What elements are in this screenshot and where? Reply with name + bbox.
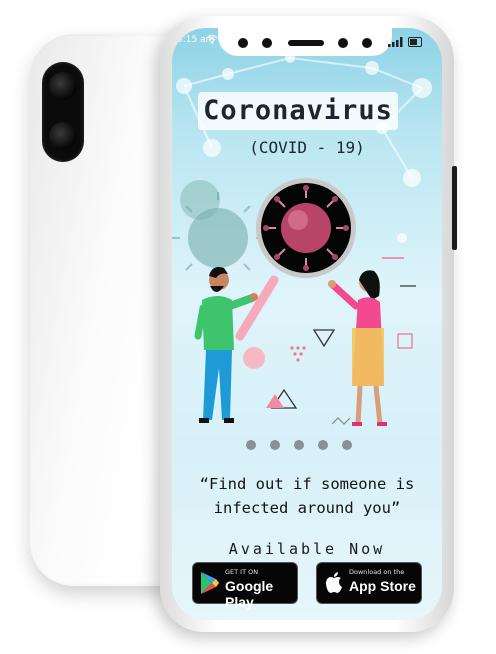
carousel-dot[interactable]	[270, 440, 280, 450]
camera-module	[42, 62, 84, 162]
front-camera-icon	[362, 38, 372, 48]
battery-icon	[408, 37, 422, 47]
title-banner: Coronavirus	[198, 92, 398, 130]
carousel-indicator[interactable]	[246, 440, 356, 452]
tagline-quote: “Find out if someone is infected around …	[199, 475, 415, 517]
app-subtitle: (COVID - 19)	[249, 138, 365, 157]
google-play-label: Google Play	[225, 578, 274, 610]
apple-icon	[326, 572, 342, 593]
app-store-small-label: Download on the	[349, 568, 405, 576]
camera-lens-icon	[49, 122, 77, 150]
sensor-dot	[338, 38, 348, 48]
earpiece-speaker	[288, 40, 324, 46]
signal-icon	[388, 37, 403, 47]
woman-figure	[328, 270, 387, 426]
app-store-button[interactable]: Download on the App Store	[316, 562, 422, 604]
wifi-icon	[206, 34, 218, 44]
phone-screen: 5:15 am Coronavirus (COVID - 19) “Find o…	[172, 28, 442, 620]
man-figure	[194, 267, 258, 423]
carousel-dot[interactable]	[318, 440, 328, 450]
google-play-small-label: GET IT ON	[225, 568, 259, 576]
carousel-dot[interactable]	[342, 440, 352, 450]
camera-lens-icon	[49, 72, 77, 100]
sensor-dot	[238, 38, 248, 48]
carousel-dot[interactable]	[294, 440, 304, 450]
availability-text: Available Now	[228, 540, 386, 558]
phone-notch	[218, 28, 392, 56]
google-play-button[interactable]: GET IT ON Google Play	[192, 562, 298, 610]
front-phone: 5:15 am Coronavirus (COVID - 19) “Find o…	[160, 16, 457, 632]
magnifier-virus-icon	[235, 178, 356, 341]
sensor-dot	[262, 38, 272, 48]
app-title: Coronavirus	[203, 95, 393, 126]
carousel-dot[interactable]	[246, 440, 256, 450]
app-store-label: App Store	[349, 578, 416, 594]
google-play-icon	[201, 572, 219, 594]
side-button	[452, 166, 457, 250]
